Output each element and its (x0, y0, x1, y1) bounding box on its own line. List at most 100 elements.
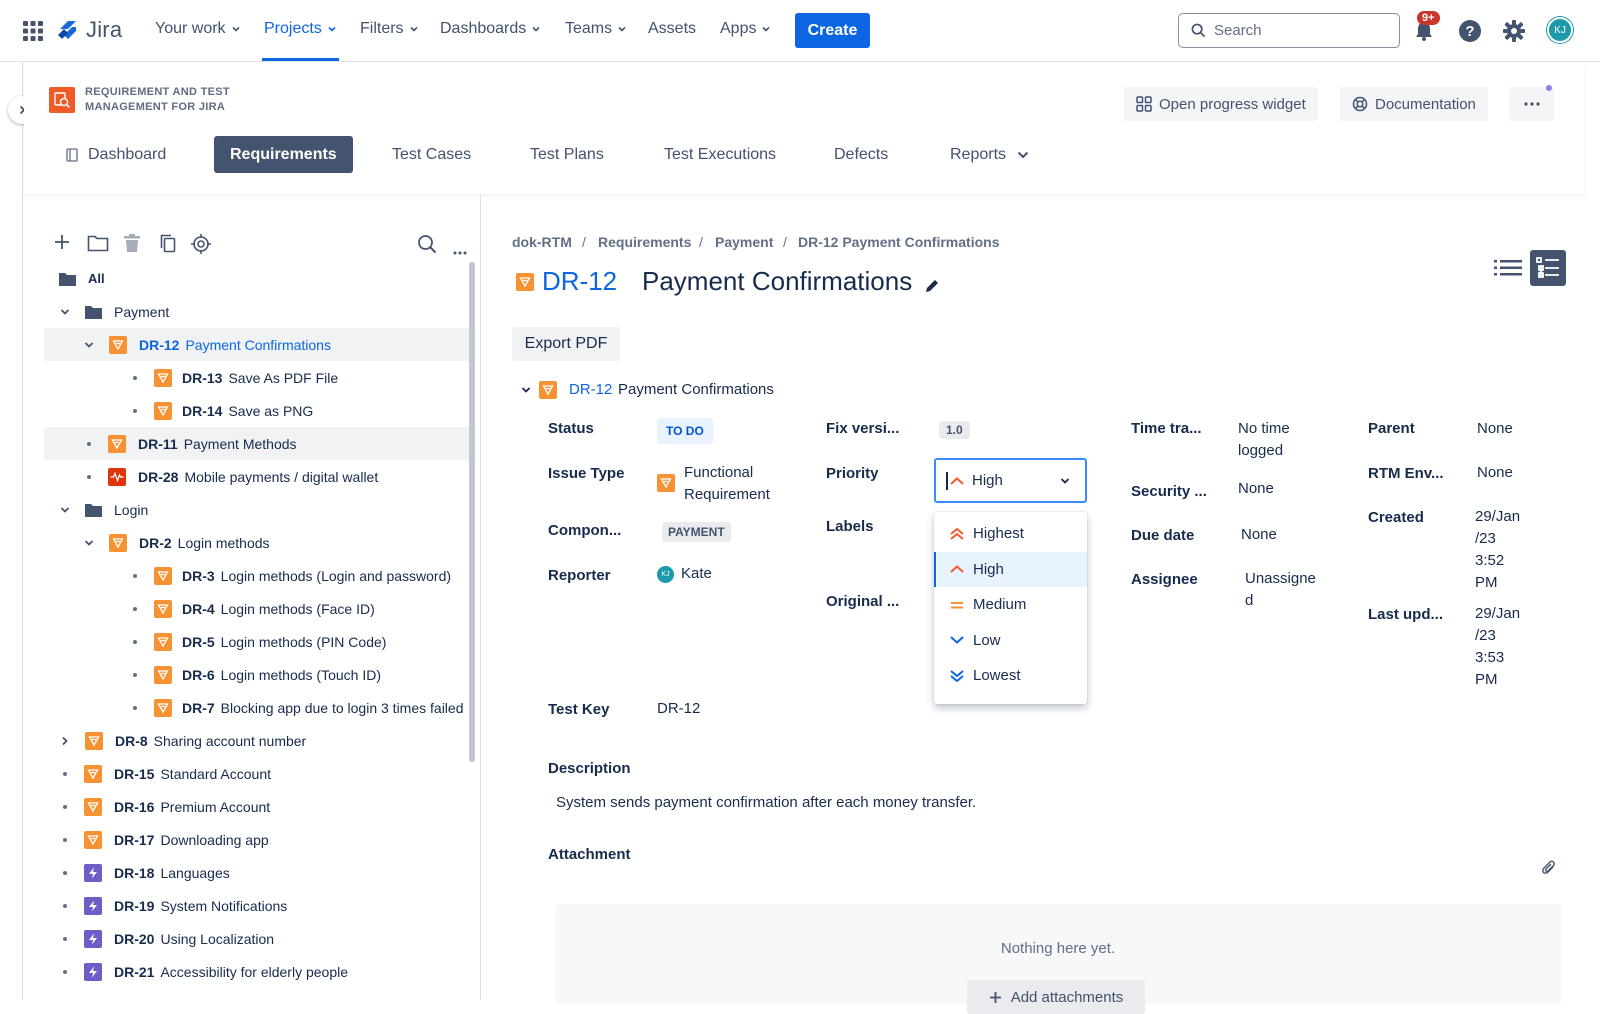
chevron-down-icon[interactable] (83, 339, 95, 351)
priority-option-highest[interactable]: Highest (934, 516, 1087, 552)
chevron-down-icon[interactable] (59, 306, 71, 318)
tab-dashboard[interactable]: Dashboard (50, 136, 182, 173)
help-icon[interactable]: ? (1458, 19, 1482, 46)
component-badge[interactable]: PAYMENT (662, 522, 731, 542)
nav-filters[interactable]: Filters (360, 20, 419, 38)
tab-test-plans[interactable]: Test Plans (514, 136, 620, 173)
tab-defects[interactable]: Defects (818, 136, 904, 173)
documentation-button[interactable]: Documentation (1340, 87, 1488, 121)
new-folder-icon[interactable] (87, 234, 109, 255)
trash-icon[interactable] (123, 234, 141, 256)
priority-option-lowest[interactable]: Lowest (934, 658, 1087, 694)
issue-title[interactable]: Payment Confirmations (642, 266, 912, 297)
tree-item-dr-12[interactable]: DR-12 Payment Confirmations (44, 328, 469, 361)
tree-item-dr-3[interactable]: DR-3 Login methods (Login and password) (44, 559, 469, 592)
tree-item-dr-18[interactable]: DR-18 Languages (44, 856, 469, 889)
tree-item-key: DR-18 (114, 864, 155, 881)
search-input[interactable]: Search (1178, 13, 1400, 48)
detail-view-button[interactable] (1530, 250, 1566, 286)
security-value[interactable]: None (1238, 478, 1274, 500)
assignee-value-line1[interactable]: Unassigne (1245, 568, 1316, 590)
chevron-down-icon[interactable] (59, 504, 71, 516)
breadcrumb-payment[interactable]: Payment (715, 234, 773, 250)
add-icon[interactable] (54, 234, 70, 253)
app-switcher-icon[interactable] (23, 21, 43, 44)
tree-item-key: DR-14 (182, 402, 223, 419)
tree-item-dr-11[interactable]: DR-11 Payment Methods (44, 427, 469, 460)
tree-more-icon[interactable] (453, 242, 467, 258)
nav-projects[interactable]: Projects (264, 20, 337, 38)
breadcrumb-project[interactable]: dok-RTM (512, 234, 572, 250)
user-avatar[interactable]: KJ (1547, 17, 1573, 43)
parent-value[interactable]: None (1477, 418, 1513, 440)
tree-bullet (133, 375, 137, 380)
tab-requirements[interactable]: Requirements (214, 136, 353, 173)
breadcrumb-requirements[interactable]: Requirements (598, 234, 691, 250)
chevron-down-icon[interactable] (520, 384, 532, 396)
tree-folder-payment[interactable]: Payment (44, 295, 469, 328)
assignee-value-line2[interactable]: d (1245, 590, 1253, 612)
tree-item-dr-16[interactable]: DR-16 Premium Account (44, 790, 469, 823)
breadcrumb-current[interactable]: DR-12 Payment Confirmations (798, 234, 999, 250)
rtm-environment-value[interactable]: None (1477, 462, 1513, 484)
edit-pencil-icon[interactable] (924, 278, 940, 297)
tree-item-key: DR-3 (182, 567, 215, 584)
tree-item-dr-8[interactable]: DR-8 Sharing account number (44, 724, 469, 757)
fix-version-badge[interactable]: 1.0 (939, 421, 970, 439)
priority-option-high[interactable]: High (934, 551, 1087, 587)
more-actions-button[interactable] (1509, 87, 1554, 121)
nav-assets[interactable]: Assets (648, 20, 696, 38)
settings-gear-icon[interactable] (1502, 19, 1526, 46)
section-issue-key[interactable]: DR-12 (569, 381, 612, 398)
tree-item-dr-20[interactable]: DR-20 Using Localization (44, 922, 469, 955)
priority-select[interactable]: High (934, 458, 1087, 503)
tab-reports[interactable]: Reports (934, 136, 1046, 173)
tree-root-all[interactable]: All (44, 262, 469, 295)
nav-your-work[interactable]: Your work (155, 20, 241, 38)
description-text[interactable]: System sends payment confirmation after … (556, 792, 976, 814)
nav-dashboards[interactable]: Dashboards (440, 20, 541, 38)
jira-logo[interactable]: Jira (56, 17, 122, 43)
requirement-icon (657, 474, 675, 492)
priority-option-low[interactable]: Low (934, 623, 1087, 659)
add-attachments-button[interactable]: Add attachments (967, 980, 1145, 1014)
chevron-down-icon[interactable] (83, 537, 95, 549)
tab-test-executions[interactable]: Test Executions (648, 136, 792, 173)
tree-item-dr-4[interactable]: DR-4 Login methods (Face ID) (44, 592, 469, 625)
folder-icon (85, 503, 102, 517)
issue-key[interactable]: DR-12 (542, 266, 617, 297)
open-progress-widget-button[interactable]: Open progress widget (1124, 87, 1318, 121)
nav-apps[interactable]: Apps (720, 20, 771, 38)
paperclip-icon[interactable] (1542, 860, 1556, 879)
priority-option-medium[interactable]: Medium (934, 587, 1087, 623)
nav-teams[interactable]: Teams (565, 20, 627, 38)
tree-item-dr-28[interactable]: DR-28 Mobile payments / digital wallet (44, 460, 469, 493)
tree-scrollbar[interactable] (469, 262, 475, 762)
breadcrumb-separator: / (582, 234, 586, 250)
tree-item-dr-19[interactable]: DR-19 System Notifications (44, 889, 469, 922)
tree-item-dr-13[interactable]: DR-13 Save As PDF File (44, 361, 469, 394)
security-label: Security ... (1131, 483, 1207, 500)
tree-item-dr-6[interactable]: DR-6 Login methods (Touch ID) (44, 658, 469, 691)
attachment-dropzone[interactable]: Nothing here yet. Add attachments (555, 904, 1561, 1014)
tree-item-dr-21[interactable]: DR-21 Accessibility for elderly people (44, 955, 469, 988)
tree-item-dr-7[interactable]: DR-7 Blocking app due to login 3 times f… (44, 691, 469, 724)
reporter-value[interactable]: Kate (681, 563, 712, 585)
target-icon[interactable] (191, 234, 211, 257)
chevron-right-icon[interactable] (59, 735, 71, 747)
tree-search-icon[interactable] (417, 234, 437, 257)
tree-item-dr-2[interactable]: DR-2 Login methods (44, 526, 469, 559)
tree-item-dr-5[interactable]: DR-5 Login methods (PIN Code) (44, 625, 469, 658)
priority-high-icon (950, 476, 964, 485)
tree-item-dr-14[interactable]: DR-14 Save as PNG (44, 394, 469, 427)
tree-folder-login[interactable]: Login (44, 493, 469, 526)
export-pdf-button[interactable]: Export PDF (512, 327, 620, 361)
status-badge[interactable]: TO DO (657, 418, 713, 444)
tab-test-cases[interactable]: Test Cases (376, 136, 487, 173)
copy-icon[interactable] (159, 234, 177, 256)
tree-item-dr-15[interactable]: DR-15 Standard Account (44, 757, 469, 790)
create-button[interactable]: Create (795, 13, 870, 48)
list-view-button[interactable] (1490, 250, 1526, 286)
due-date-value[interactable]: None (1241, 524, 1277, 546)
tree-item-dr-17[interactable]: DR-17 Downloading app (44, 823, 469, 856)
